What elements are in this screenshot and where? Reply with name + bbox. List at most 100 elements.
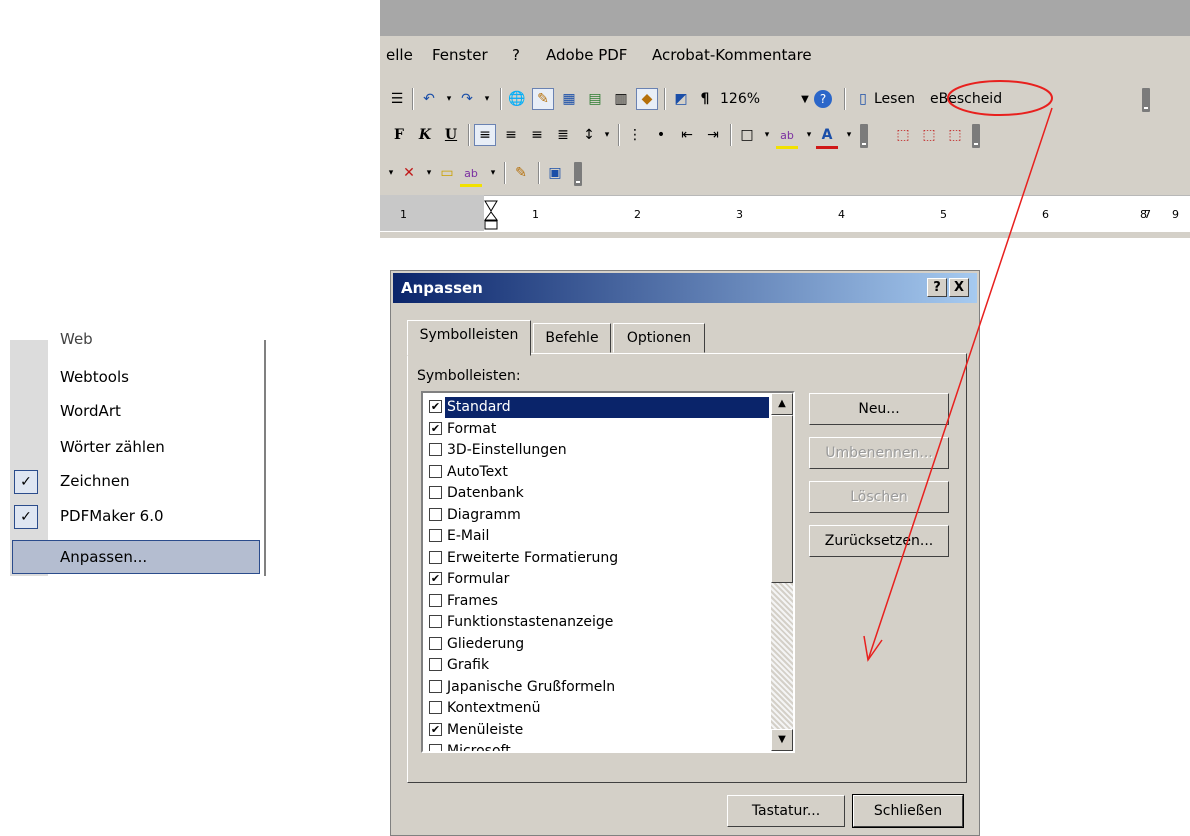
toolbar-options-grip[interactable] (1142, 88, 1150, 112)
zoom-combo[interactable]: 126% (720, 91, 760, 107)
align-center-icon[interactable]: ≡ (500, 124, 522, 146)
highlight-icon[interactable]: ab (776, 124, 798, 149)
listbox-scrollbar[interactable]: ▲ ▼ (771, 393, 793, 751)
toolbar-list-item[interactable]: 3D-Einstellungen (427, 440, 765, 461)
decrease-indent-icon[interactable]: ⇤ (676, 124, 698, 146)
tab-optionen[interactable]: Optionen (613, 323, 705, 353)
toolbar-list-item[interactable]: Diagramm (427, 505, 765, 526)
ebescheid-button[interactable]: eBescheid (930, 91, 1002, 107)
borders-icon[interactable]: □ (736, 124, 758, 146)
toolbar-list-item[interactable]: Funktionstastenanzeige (427, 612, 765, 633)
indent-marker-icon[interactable] (484, 200, 498, 230)
toolbar-list-item[interactable]: Frames (427, 591, 765, 612)
close-dialog-button[interactable]: Schließen (852, 794, 964, 828)
rename-button[interactable]: Umbenennen... (809, 437, 949, 469)
horizontal-ruler[interactable] (380, 195, 1190, 232)
read-book-icon[interactable]: ▯ (852, 88, 874, 110)
pdf-review-icon[interactable]: ⬚ (944, 124, 966, 146)
marker-icon[interactable]: ab (460, 162, 482, 187)
pdf-mail-icon[interactable]: ⬚ (918, 124, 940, 146)
menu-item-wordart[interactable]: WordArt (60, 402, 121, 420)
menu-item-web[interactable]: Web (60, 330, 93, 348)
redo-dropdown-icon[interactable]: ▾ (476, 88, 498, 110)
toolbar-list-item[interactable]: E-Mail (427, 526, 765, 547)
toolbar-list-item[interactable]: Grafik (427, 655, 765, 676)
dialog-help-button[interactable]: ? (927, 278, 947, 297)
toolbar-checkbox[interactable] (429, 507, 442, 521)
increase-indent-icon[interactable]: ⇥ (702, 124, 724, 146)
borders-dropdown-icon[interactable]: ▾ (756, 124, 778, 146)
toolbar-checkbox[interactable] (429, 679, 442, 693)
toolbar-checkbox[interactable] (429, 744, 442, 751)
toolbar-checkbox[interactable] (429, 615, 442, 628)
toolbar-checkbox[interactable] (429, 636, 442, 650)
toolbar-list-item[interactable]: AutoText (427, 462, 765, 483)
keyboard-button[interactable]: Tastatur... (727, 795, 845, 827)
tab-symbolleisten[interactable]: Symbolleisten (407, 320, 531, 356)
font-color-icon[interactable]: A (816, 124, 838, 149)
menu-item-tabelle[interactable]: elle (386, 46, 413, 64)
undo-icon[interactable]: ↶ (418, 88, 440, 110)
reject-change-icon[interactable]: ✕ (398, 162, 420, 184)
numbering-icon[interactable]: ⋮ (624, 124, 646, 146)
toolbar-checkbox[interactable] (429, 550, 442, 564)
toolbar-checkbox[interactable] (429, 464, 442, 478)
toolbar-list-item[interactable]: Datenbank (427, 483, 765, 504)
toolbar-list-item[interactable]: Japanische Grußformeln (427, 677, 765, 698)
document-map-icon[interactable]: ☰ (386, 88, 408, 110)
help-icon[interactable]: ? (814, 90, 832, 108)
menu-item-anpassen[interactable]: Anpassen... (60, 548, 147, 566)
menu-item-acrobat-kommentare[interactable]: Acrobat-Kommentare (652, 46, 812, 64)
toolbar-list-item[interactable]: ✔ Menüleiste (427, 720, 765, 741)
redo-icon[interactable]: ↷ (456, 88, 478, 110)
read-button[interactable]: Lesen (874, 91, 915, 107)
marker-dropdown-icon[interactable]: ▾ (482, 162, 504, 184)
pdf-convert-icon[interactable]: ⬚ (892, 124, 914, 146)
toolbar-checkbox[interactable]: ✔ (429, 400, 442, 413)
bullets-icon[interactable]: • (650, 124, 672, 146)
toolbar-list-item[interactable]: Kontextmenü (427, 698, 765, 719)
toolbar-list-item[interactable]: ✔ Format (427, 419, 765, 440)
toolbar-checkbox[interactable]: ✔ (429, 722, 442, 736)
italic-button[interactable]: K (414, 124, 436, 146)
menu-item-webtools[interactable]: Webtools (60, 368, 129, 386)
toolbar-checkbox[interactable] (429, 658, 442, 671)
columns-icon[interactable]: ▥ (610, 88, 632, 110)
toolbar-checkbox[interactable]: ✔ (429, 572, 442, 585)
toolbar-list-item[interactable]: Erweiterte Formatierung (427, 548, 765, 569)
menu-item-woerter-zaehlen[interactable]: Wörter zählen (60, 438, 165, 456)
pdf-options-grip[interactable] (972, 124, 980, 148)
toolbar-list-item[interactable]: ✔ Formular (427, 569, 765, 590)
underline-button[interactable]: U (440, 124, 462, 146)
toolbar-checkbox[interactable] (429, 486, 442, 499)
align-right-icon[interactable]: ≡ (526, 124, 548, 146)
zoom-dropdown-icon[interactable]: ▼ (794, 88, 816, 110)
line-spacing-dropdown-icon[interactable]: ▾ (596, 124, 618, 146)
folder-icon[interactable]: ▭ (436, 162, 458, 184)
delete-button[interactable]: Löschen (809, 481, 949, 513)
scroll-down-icon[interactable]: ▼ (771, 729, 793, 751)
align-left-icon[interactable]: ≡ (474, 124, 496, 146)
menu-item-pdfmaker[interactable]: PDFMaker 6.0 (60, 507, 164, 525)
insert-table-icon[interactable]: ▦ (558, 88, 580, 110)
dialog-close-button[interactable]: X (949, 278, 969, 297)
menu-item-zeichnen[interactable]: Zeichnen (60, 472, 130, 490)
formatting-options-grip[interactable] (860, 124, 868, 148)
toolbar-list-item[interactable]: Gliederung (427, 634, 765, 655)
drawing-icon[interactable]: ◆ (636, 88, 658, 110)
new-button[interactable]: Neu... (809, 393, 949, 425)
reviewing-pane-icon[interactable]: ▣ (544, 162, 566, 184)
bold-button[interactable]: F (388, 124, 410, 146)
scroll-thumb[interactable] (771, 415, 793, 583)
menu-item-fenster[interactable]: Fenster (432, 46, 488, 64)
toolbar-checkbox[interactable] (429, 701, 442, 714)
toolbars-listbox[interactable]: ✔ Standard ✔ Format 3D-Einstellungen AutoText… (421, 391, 795, 753)
menu-item-adobe-pdf[interactable]: Adobe PDF (546, 46, 627, 64)
menu-item-help[interactable]: ? (512, 46, 520, 64)
toolbar-checkbox[interactable] (429, 593, 442, 607)
reset-button[interactable]: Zurücksetzen... (809, 525, 949, 557)
scroll-up-icon[interactable]: ▲ (771, 393, 793, 415)
toolbar-checkbox[interactable] (429, 443, 442, 456)
hyperlink-icon[interactable]: 🌐 (506, 88, 528, 110)
tab-befehle[interactable]: Befehle (533, 323, 611, 353)
